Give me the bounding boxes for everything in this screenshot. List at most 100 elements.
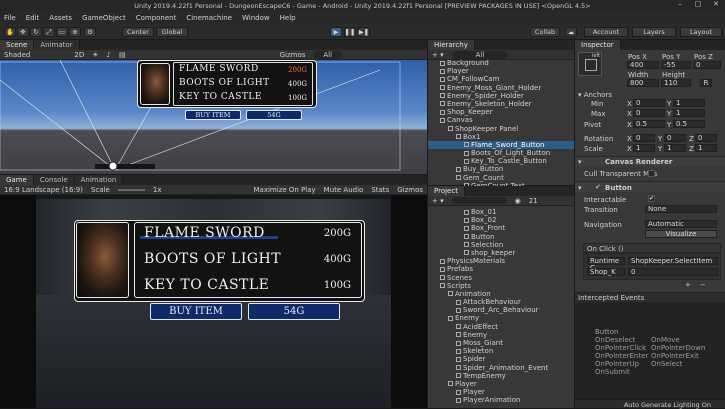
transition-dropdown[interactable]: None [645, 205, 717, 213]
intercepted-events-header[interactable]: Intercepted Events [575, 292, 725, 302]
hierarchy-row[interactable]: Enemy_Moss_Giant_Holder [428, 84, 574, 92]
tab-hierarchy[interactable]: Hierarchy [428, 40, 475, 50]
hierarchy-row[interactable]: Gem_Count [428, 174, 574, 182]
project-row[interactable]: Box_02 [428, 216, 574, 224]
item-flame-sword[interactable]: FLAME SWORD [144, 225, 265, 241]
project-row[interactable]: Sword_Arc_Behaviour [428, 306, 574, 314]
hierarchy-row[interactable]: Player [428, 67, 574, 75]
hierarchy-row[interactable]: Key_To_Castle_Button [428, 157, 574, 165]
item-key-to-castle[interactable]: KEY TO CASTLE [144, 277, 269, 293]
layers-dropdown[interactable]: Layers [632, 27, 676, 37]
cloud-icon[interactable]: ☁ [565, 27, 577, 37]
item-boots-of-light[interactable]: BOOTS OF LIGHT [144, 251, 281, 267]
argument-field[interactable]: 0 [628, 268, 718, 276]
runtime-dropdown[interactable]: Runtime C [587, 257, 625, 272]
maximize-icon[interactable]: □ [689, 0, 707, 8]
global-local-toggle[interactable]: Global [156, 27, 188, 37]
project-row[interactable]: Box_Front [428, 224, 574, 232]
scene-buy-button[interactable]: BUY ITEM [185, 110, 241, 120]
scene-item-name[interactable]: BOOTS OF LIGHT [179, 78, 270, 88]
scale-y-field[interactable]: 1 [664, 144, 686, 152]
anchor-max-x-field[interactable]: 0 [633, 109, 665, 117]
menu-help[interactable]: Help [280, 14, 296, 22]
account-dropdown[interactable]: Account [584, 27, 628, 37]
scene-viewport[interactable]: FLAME SWORD 200G BOOTS OF LIGHT 400G KEY… [0, 60, 427, 174]
hierarchy-search-input[interactable]: All [451, 50, 509, 59]
scale-z-field[interactable]: 1 [695, 144, 717, 152]
menu-gameobject[interactable]: GameObject [82, 14, 126, 22]
hierarchy-row[interactable]: ShopKeeper Panel [428, 125, 574, 133]
project-row[interactable]: Enemy [428, 331, 574, 339]
hierarchy-row[interactable]: Enemy_Skeleton_Holder [428, 100, 574, 108]
pivot-y-field[interactable]: 0.5 [673, 120, 705, 128]
interactable-checkbox[interactable]: ✔ [648, 195, 655, 202]
target-object-field[interactable]: Shop_K [587, 268, 625, 276]
gizmos-dropdown[interactable]: Gizmos [280, 51, 306, 59]
pivot-x-field[interactable]: 0.5 [633, 120, 665, 128]
resolution-dropdown[interactable]: 16:9 Landscape (16:9) [4, 186, 83, 194]
remove-listener-button[interactable]: − [700, 281, 706, 289]
audio-icon[interactable]: ♪ [107, 51, 111, 59]
menu-cinemachine[interactable]: Cinemachine [186, 14, 232, 22]
filter-icon[interactable]: ◉ [515, 197, 521, 205]
menu-window[interactable]: Window [242, 14, 270, 22]
menu-file[interactable]: File [4, 14, 16, 22]
tab-console[interactable]: Console [33, 175, 75, 185]
maximize-on-play-toggle[interactable]: Maximize On Play [254, 186, 316, 194]
step-button[interactable]: ▶❚ [358, 27, 370, 37]
hierarchy-row[interactable]: Shop_Keeper [428, 108, 574, 116]
project-row[interactable]: Prefabs [428, 265, 574, 273]
close-icon[interactable]: ✕ [707, 0, 725, 8]
project-row[interactable]: PlayerAnimation [428, 396, 574, 404]
transform-tool-icon[interactable]: ⊕ [69, 27, 81, 37]
scale-x-field[interactable]: 1 [633, 144, 655, 152]
stats-toggle[interactable]: Stats [371, 186, 389, 194]
canvas-renderer-header[interactable]: ▾ Canvas Renderer [575, 156, 725, 166]
anchor-max-y-field[interactable]: 1 [673, 109, 705, 117]
project-row[interactable]: Player [428, 380, 574, 388]
tab-scene[interactable]: Scene [0, 40, 35, 50]
navigation-dropdown[interactable]: Automatic [645, 220, 717, 228]
posx-field[interactable]: 400 [627, 61, 659, 69]
move-tool-icon[interactable]: ✥ [17, 27, 29, 37]
add-listener-button[interactable]: + [685, 281, 691, 289]
rotation-x-field[interactable]: 0 [633, 134, 655, 142]
hierarchy-row[interactable]: Boots_Of_Light_Button [428, 149, 574, 157]
project-row[interactable]: Player [428, 388, 574, 396]
project-row[interactable]: Button [428, 233, 574, 241]
play-button[interactable]: ▶ [330, 27, 342, 37]
posy-field[interactable]: -55 [661, 61, 691, 69]
anchor-min-y-field[interactable]: 1 [673, 99, 705, 107]
project-row[interactable]: Enemy [428, 314, 574, 322]
cull-transparent-checkbox[interactable] [648, 170, 655, 177]
scale-slider[interactable] [117, 188, 145, 191]
project-search-input[interactable] [451, 197, 507, 204]
custom-tool-icon[interactable]: ⚙ [84, 27, 96, 37]
mute-audio-toggle[interactable]: Mute Audio [324, 186, 364, 194]
collab-dropdown[interactable]: Collab [530, 27, 560, 37]
project-row[interactable]: Scripts [428, 282, 574, 290]
rotation-z-field[interactable]: 0 [695, 134, 717, 142]
scale-tool-icon[interactable]: ⤢ [43, 27, 55, 37]
height-field[interactable]: 110 [661, 79, 691, 87]
project-row[interactable]: Animation [428, 290, 574, 298]
menu-edit[interactable]: Edit [26, 14, 40, 22]
game-gizmos-toggle[interactable]: Gizmos [397, 186, 423, 194]
project-row[interactable]: Skeleton [428, 347, 574, 355]
hierarchy-row[interactable]: Canvas [428, 116, 574, 124]
tab-animation[interactable]: Animation [74, 175, 124, 185]
project-row[interactable]: AcidEffect [428, 323, 574, 331]
menu-assets[interactable]: Assets [49, 14, 72, 22]
project-row[interactable]: Box_01 [428, 208, 574, 216]
hand-tool-icon[interactable]: ✋ [4, 27, 16, 37]
scene-item-name[interactable]: KEY TO CASTLE [179, 92, 262, 102]
shading-mode-dropdown[interactable]: Shaded [4, 51, 30, 59]
project-create-button[interactable]: + ▾ [432, 197, 444, 205]
hierarchy-row[interactable]: CM_FollowCam [428, 75, 574, 83]
game-viewport[interactable]: FLAME SWORD 200G BOOTS OF LIGHT 400G KEY… [36, 195, 391, 408]
hierarchy-row[interactable]: Buy_Button [428, 165, 574, 173]
project-row[interactable]: Scenes [428, 274, 574, 282]
hierarchy-row[interactable]: Background [428, 59, 574, 67]
project-row[interactable]: Spider_Animation_Event [428, 364, 574, 372]
tab-project[interactable]: Project [428, 186, 465, 196]
